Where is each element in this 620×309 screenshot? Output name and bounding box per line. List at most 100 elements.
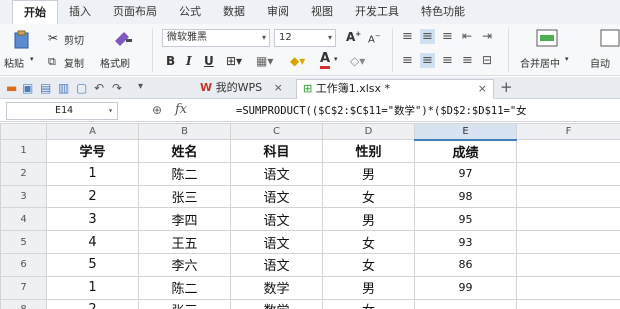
cell[interactable]: 数学: [230, 298, 323, 309]
column-header-b[interactable]: B: [138, 123, 231, 140]
open-folder-icon[interactable]: ▬: [6, 81, 17, 95]
row-header[interactable]: 7: [0, 275, 47, 300]
fill-color-icon[interactable]: ◆▾: [290, 54, 305, 68]
row-header[interactable]: 3: [0, 184, 47, 209]
cell[interactable]: 5: [46, 252, 139, 277]
cell[interactable]: 男: [322, 275, 415, 300]
cell[interactable]: 语文: [230, 184, 323, 209]
font-name-select[interactable]: 微软雅黑 ▾: [162, 29, 270, 47]
cell-header-name[interactable]: 姓名: [138, 139, 231, 163]
cell[interactable]: 95: [414, 207, 517, 232]
customize-toolbar-icon[interactable]: ▾: [138, 81, 143, 92]
cut-button[interactable]: 剪切: [64, 32, 84, 47]
select-all-corner[interactable]: [0, 123, 47, 140]
align-top-icon[interactable]: ≡: [402, 29, 413, 44]
cell-header-score[interactable]: 成绩: [414, 139, 517, 163]
font-color-icon[interactable]: A: [320, 52, 331, 69]
grow-font-icon[interactable]: A+: [346, 30, 361, 44]
cell[interactable]: 李四: [138, 207, 231, 232]
cell[interactable]: 语文: [230, 230, 323, 254]
preview-icon[interactable]: ▢: [76, 81, 87, 95]
cell[interactable]: 张三: [138, 298, 231, 309]
tab-workbook[interactable]: ⊞ 工作簿1.xlsx * ×: [296, 79, 494, 99]
align-bottom-icon[interactable]: ≡: [442, 29, 453, 44]
column-header-c[interactable]: C: [230, 123, 323, 140]
menu-tab-formulas[interactable]: 公式: [168, 0, 212, 24]
insert-function-button[interactable]: fx: [175, 102, 187, 117]
print-preview-icon[interactable]: ▤: [40, 81, 51, 95]
print-icon[interactable]: ▥: [58, 81, 69, 95]
column-header-e[interactable]: E: [414, 123, 517, 141]
column-header-f[interactable]: F: [516, 123, 620, 140]
menu-tab-review[interactable]: 审阅: [256, 0, 300, 24]
cell[interactable]: 女: [322, 184, 415, 209]
cell[interactable]: 女: [322, 298, 415, 309]
close-icon[interactable]: ×: [478, 80, 487, 98]
cell[interactable]: 93: [414, 230, 517, 254]
cell[interactable]: 98: [414, 184, 517, 209]
distributed-icon[interactable]: ⊟: [482, 53, 492, 67]
cell[interactable]: [516, 298, 620, 309]
font-color-dropdown-icon[interactable]: ▾: [334, 55, 338, 63]
cell[interactable]: 1: [46, 275, 139, 300]
cell[interactable]: 3: [46, 207, 139, 232]
menu-tab-data[interactable]: 数据: [212, 0, 256, 24]
cell[interactable]: 语文: [230, 161, 323, 186]
row-header[interactable]: 5: [0, 230, 47, 254]
menu-tab-insert[interactable]: 插入: [58, 0, 102, 24]
column-header-a[interactable]: A: [46, 123, 139, 140]
border-icon[interactable]: ⊞▾: [226, 54, 242, 68]
cell[interactable]: 1: [46, 161, 139, 186]
cell[interactable]: [516, 275, 620, 300]
cell[interactable]: 陈二: [138, 275, 231, 300]
close-icon[interactable]: ×: [274, 81, 283, 94]
menu-tab-page-layout[interactable]: 页面布局: [102, 0, 168, 24]
merge-dropdown-icon[interactable]: ▾: [565, 55, 569, 63]
cell[interactable]: 4: [46, 230, 139, 254]
cell[interactable]: 男: [322, 161, 415, 186]
row-header[interactable]: 6: [0, 252, 47, 277]
cell-header-id[interactable]: 学号: [46, 139, 139, 163]
paste-dropdown-icon[interactable]: ▾: [30, 55, 34, 63]
cell-header-subject[interactable]: 科目: [230, 139, 323, 163]
cell[interactable]: 语文: [230, 207, 323, 232]
cell[interactable]: 97: [414, 161, 517, 186]
align-left-icon[interactable]: ≡: [402, 53, 413, 68]
row-header[interactable]: 8: [0, 298, 47, 309]
cell[interactable]: 陈二: [138, 161, 231, 186]
menu-tab-view[interactable]: 视图: [300, 0, 344, 24]
cell[interactable]: [516, 207, 620, 232]
cell[interactable]: 男: [322, 207, 415, 232]
cell[interactable]: [516, 139, 620, 163]
undo-icon[interactable]: ↶: [94, 81, 104, 95]
save-icon[interactable]: ▣: [22, 81, 33, 95]
format-painter-button[interactable]: 格式刷: [100, 55, 130, 70]
copy-button[interactable]: 复制: [64, 55, 84, 70]
cell[interactable]: 女: [322, 230, 415, 254]
merge-center-button[interactable]: 合并居中: [520, 55, 560, 70]
row-header[interactable]: 1: [0, 139, 47, 163]
wrap-text-icon[interactable]: [600, 29, 620, 47]
new-tab-icon[interactable]: +: [500, 78, 513, 96]
cell[interactable]: 语文: [230, 252, 323, 277]
menu-tab-developer[interactable]: 开发工具: [344, 0, 410, 24]
cell-header-gender[interactable]: 性别: [322, 139, 415, 163]
cell[interactable]: 数学: [230, 275, 323, 300]
redo-icon[interactable]: ↷: [112, 81, 122, 95]
font-size-select[interactable]: 12 ▾: [274, 29, 336, 47]
formula-input[interactable]: =SUMPRODUCT(($C$2:$C$11="数学")*($D$2:$D$1…: [236, 103, 620, 118]
cell[interactable]: [414, 298, 517, 309]
justify-icon[interactable]: ≡: [462, 53, 473, 68]
underline-button[interactable]: U: [204, 54, 214, 68]
italic-button[interactable]: I: [186, 54, 192, 68]
menu-tab-home[interactable]: 开始: [12, 0, 58, 24]
column-header-d[interactable]: D: [322, 123, 415, 140]
cell[interactable]: [516, 184, 620, 209]
indent-decrease-icon[interactable]: ⇤: [462, 29, 472, 43]
auto-wrap-button[interactable]: 自动: [590, 55, 610, 70]
cell[interactable]: [516, 252, 620, 277]
row-header[interactable]: 4: [0, 207, 47, 232]
cell[interactable]: 99: [414, 275, 517, 300]
cell-style-icon[interactable]: ▦▾: [256, 54, 273, 68]
align-center-icon[interactable]: ≡: [420, 53, 435, 68]
